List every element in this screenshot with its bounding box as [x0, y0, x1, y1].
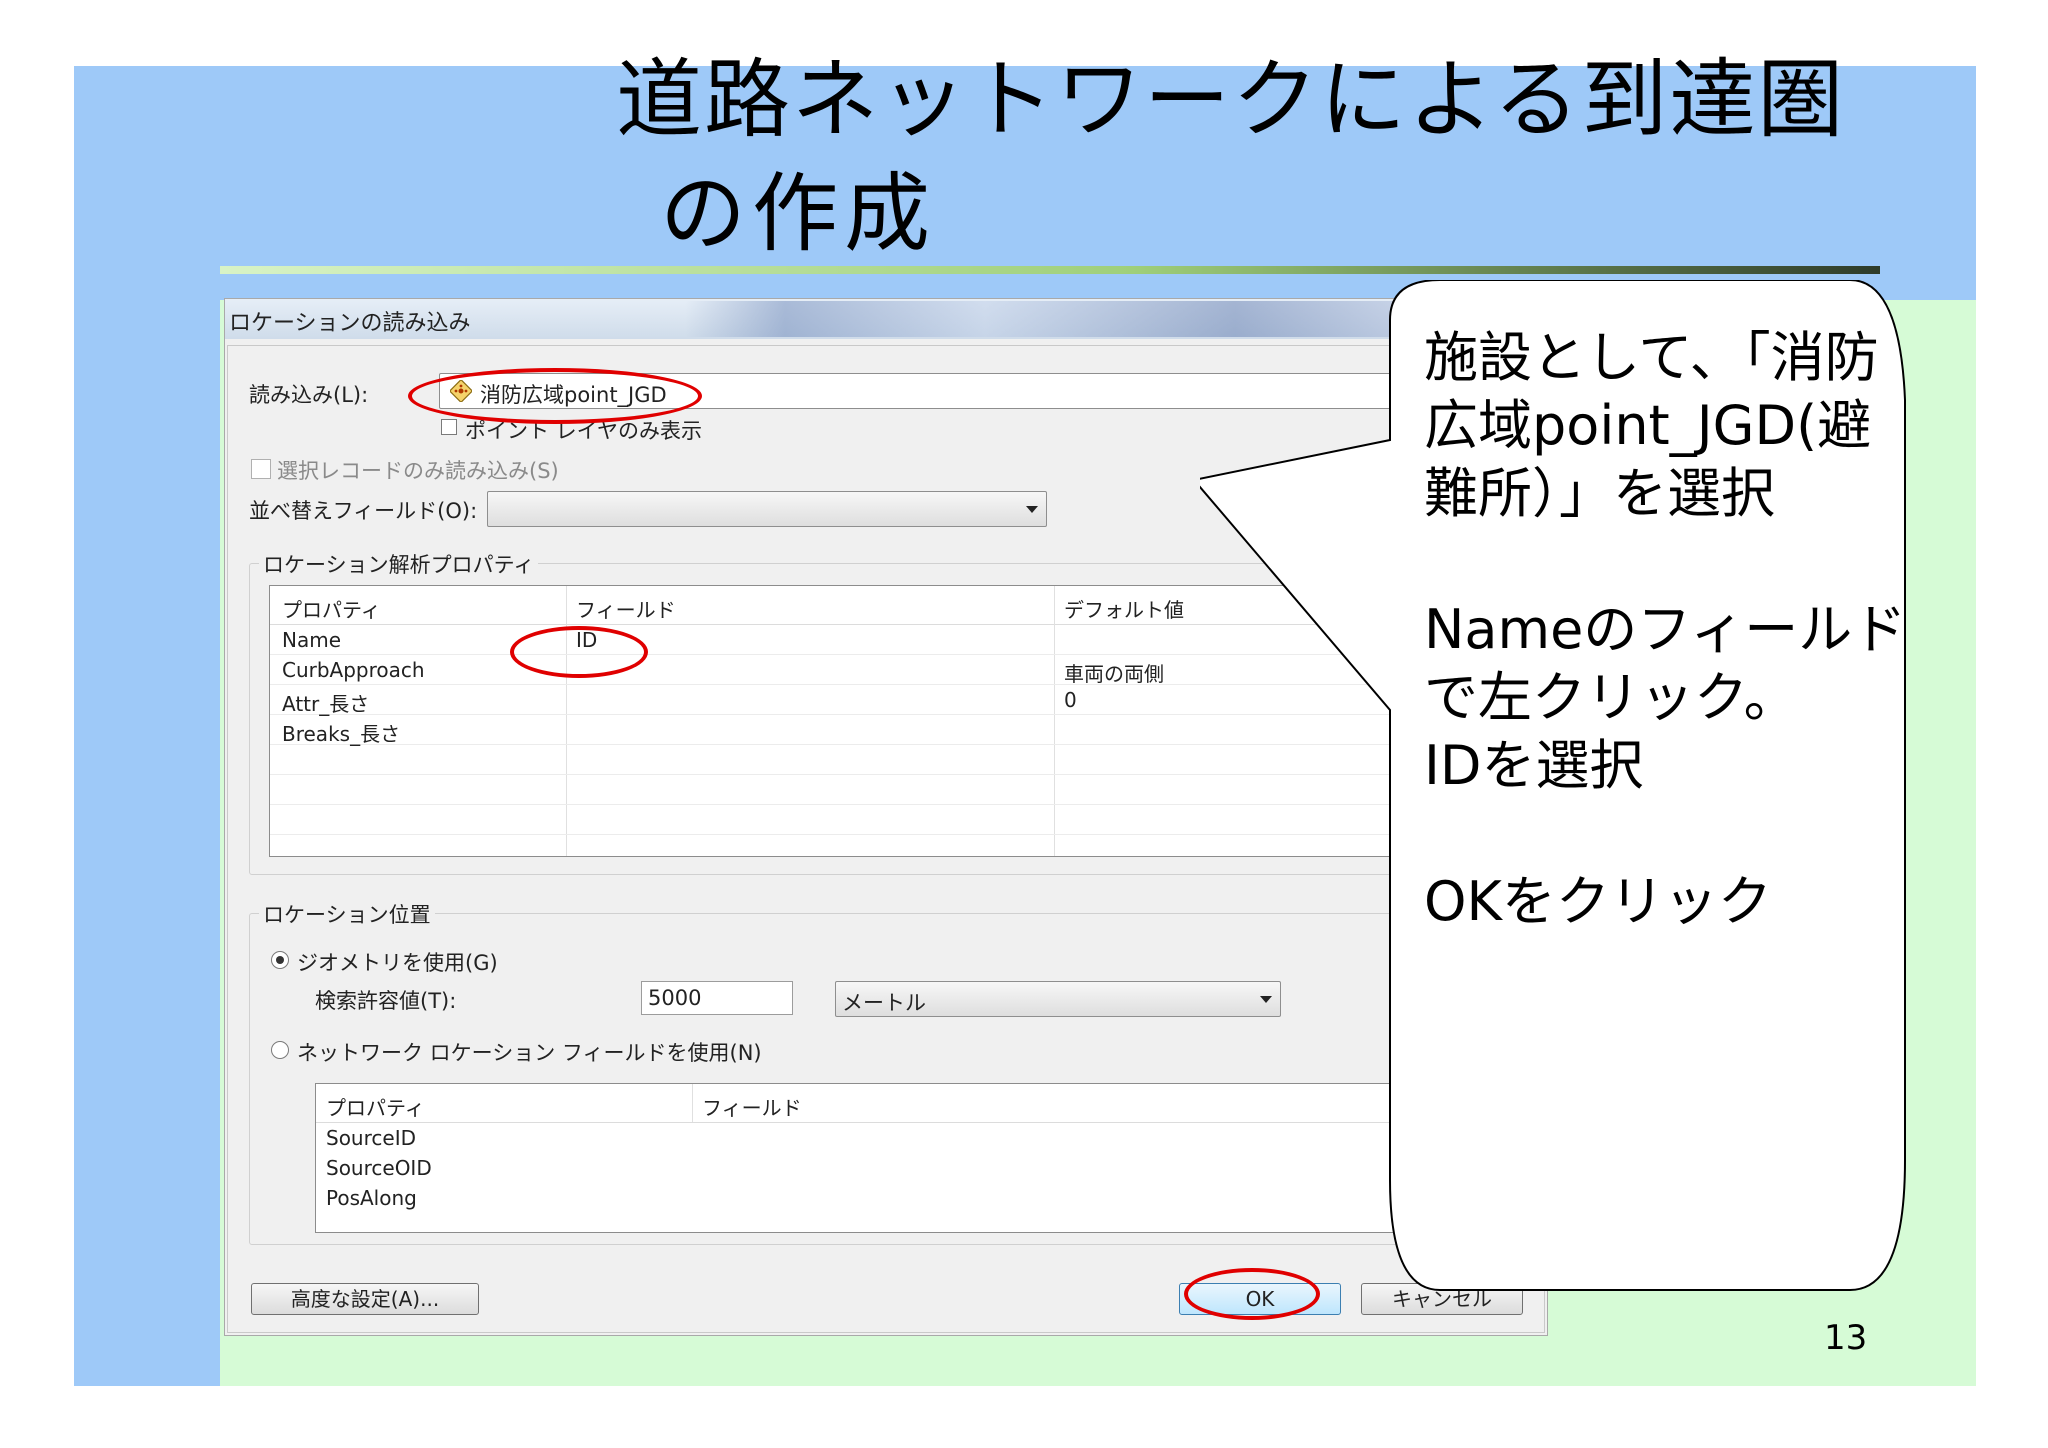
search-tolerance-label: 検索許容値(T): — [315, 989, 457, 1013]
use-geometry-radio[interactable] — [271, 951, 289, 969]
column-header-field[interactable]: フィールド — [576, 594, 676, 623]
property-cell: Name — [282, 628, 342, 652]
point-layer-only-checkbox[interactable] — [441, 419, 457, 435]
callout-line: 施設として、「消防 — [1424, 326, 1879, 389]
slide-title-line-1: 道路ネットワークによる到達圏 — [616, 50, 1846, 150]
callout-line: Nameのフィールド — [1424, 598, 1907, 661]
default-cell[interactable]: 車両の両側 — [1064, 658, 1164, 687]
highlight-ring-load-layer — [408, 368, 702, 424]
column-header-property[interactable]: プロパティ — [282, 594, 381, 623]
property-cell: SourceOID — [326, 1156, 432, 1180]
load-from-label: 読み込み(L): — [249, 383, 369, 407]
callout-line — [1424, 528, 1894, 596]
property-cell: SourceID — [326, 1126, 416, 1150]
column-divider — [692, 1084, 693, 1122]
page-number: 13 — [1824, 1318, 1868, 1358]
callout-line: 難所）」を選択 — [1424, 462, 1775, 525]
chevron-down-icon — [1026, 506, 1038, 513]
property-cell: Attr_長さ — [282, 692, 370, 716]
default-cell[interactable]: 0 — [1064, 688, 1077, 712]
callout-line: で左クリック。 — [1424, 666, 1798, 729]
property-cell: PosAlong — [326, 1186, 417, 1210]
property-cell: Breaks_長さ — [282, 722, 401, 746]
slide-title-line-2: の作成 — [660, 164, 936, 264]
use-network-fields-label: ネットワーク ロケーション フィールドを使用(N) — [297, 1041, 762, 1065]
search-tolerance-value: 5000 — [648, 986, 702, 1010]
column-header-property[interactable]: プロパティ — [326, 1092, 425, 1121]
column-header-default[interactable]: デフォルト値 — [1064, 594, 1184, 623]
title-divider — [220, 266, 1880, 274]
units-value: メートル — [842, 991, 926, 1015]
callout-line: OKをクリック — [1424, 870, 1772, 933]
callout-text: 施設として、「消防 広域point_JGD(避 難所）」を選択 Nameのフィー… — [1424, 324, 1907, 936]
dialog-title: ロケーションの読み込み — [229, 311, 471, 336]
sort-field-label: 並べ替えフィールド(O): — [249, 499, 478, 523]
analysis-properties-group-title: ロケーション解析プロパティ — [259, 549, 539, 579]
selected-only-label: 選択レコードのみ読み込み(S) — [277, 459, 559, 483]
callout-line: 広域point_JGD(避 — [1424, 394, 1872, 457]
callout-line — [1424, 800, 1894, 868]
callout-line: IDを選択 — [1424, 734, 1644, 797]
search-tolerance-input[interactable]: 5000 — [641, 981, 793, 1015]
sort-field-select[interactable] — [487, 491, 1047, 527]
highlight-ring-name-field — [510, 626, 648, 678]
property-cell: CurbApproach — [282, 658, 425, 682]
use-network-fields-radio[interactable] — [271, 1041, 289, 1059]
use-geometry-label: ジオメトリを使用(G) — [297, 951, 498, 975]
column-header-field[interactable]: フィールド — [702, 1092, 802, 1121]
location-position-group-title: ロケーション位置 — [259, 899, 435, 929]
advanced-settings-button[interactable]: 高度な設定(A)... — [251, 1283, 479, 1315]
selected-only-checkbox[interactable] — [251, 459, 271, 479]
